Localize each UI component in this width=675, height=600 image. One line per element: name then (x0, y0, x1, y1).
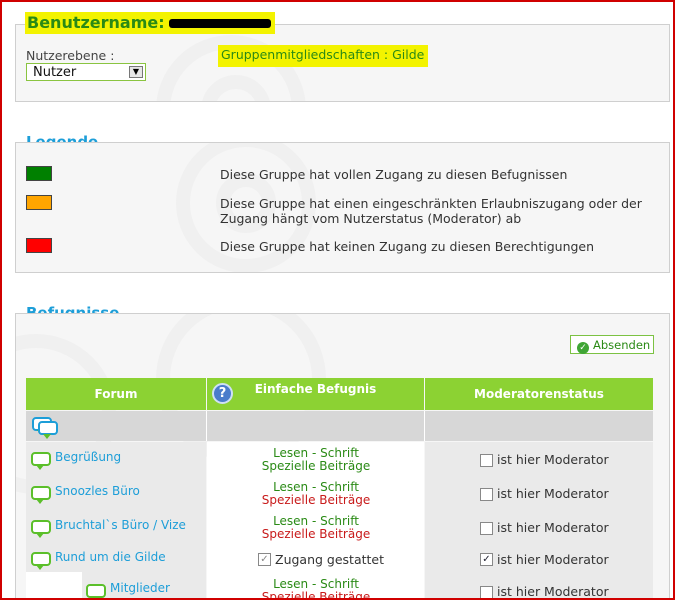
window-frame (0, 0, 675, 600)
